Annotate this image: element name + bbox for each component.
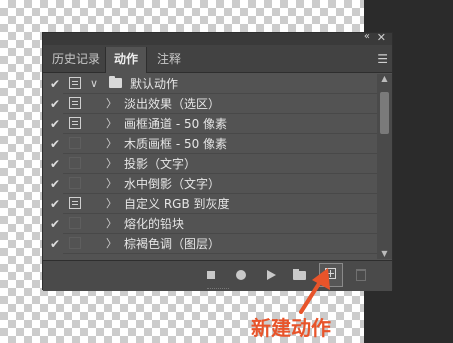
- chevron-right-icon[interactable]: 〉: [106, 135, 117, 153]
- collapse-icon[interactable]: «: [364, 31, 370, 42]
- chevron-right-icon[interactable]: 〉: [106, 155, 117, 173]
- toggle-dialog-icon[interactable]: [69, 117, 81, 129]
- action-row[interactable]: ✔ 〉棕褐色调（图层）: [43, 234, 377, 254]
- hamburger-menu-icon[interactable]: ☰: [377, 52, 388, 66]
- play-selection-button[interactable]: [259, 261, 283, 289]
- toggle-item-checkmark-icon[interactable]: ✔: [47, 155, 63, 173]
- toggle-dialog-icon[interactable]: [69, 237, 81, 249]
- action-row[interactable]: ✔ 〉淡出效果（选区）: [43, 94, 377, 114]
- chevron-right-icon[interactable]: 〉: [106, 175, 117, 193]
- toggle-item-checkmark-icon[interactable]: ✔: [47, 175, 63, 193]
- chevron-right-icon[interactable]: 〉: [106, 215, 117, 233]
- toggle-item-checkmark-icon[interactable]: ✔: [47, 235, 63, 253]
- callout-arrow: [299, 268, 330, 314]
- action-row[interactable]: ✔ 〉熔化的铅块: [43, 214, 377, 234]
- action-set-row[interactable]: ✔ ∨ 默认动作: [43, 74, 377, 94]
- toggle-item-checkmark-icon[interactable]: ✔: [47, 95, 63, 113]
- toggle-dialog-icon[interactable]: [69, 137, 81, 149]
- scroll-up-arrow-icon[interactable]: ▲: [377, 74, 392, 84]
- scrollbar[interactable]: ▲ ▼: [377, 74, 392, 259]
- toggle-dialog-icon[interactable]: [69, 77, 81, 89]
- action-label: 水中倒影（文字）: [124, 177, 221, 191]
- action-row[interactable]: ✔ 〉木质画框 - 50 像素: [43, 134, 377, 154]
- toggle-item-checkmark-icon[interactable]: ✔: [47, 115, 63, 133]
- panel-titlebar[interactable]: « ✕: [43, 31, 392, 45]
- tab-history[interactable]: 历史记录: [49, 47, 103, 72]
- panel-toolbar: [43, 260, 392, 291]
- action-label: 熔化的铅块: [124, 217, 185, 231]
- close-icon[interactable]: ✕: [377, 31, 386, 44]
- toggle-dialog-icon[interactable]: [69, 197, 81, 209]
- action-label: 自定义 RGB 到灰度: [124, 197, 230, 211]
- chevron-right-icon[interactable]: 〉: [106, 115, 117, 133]
- delete-button[interactable]: [349, 261, 373, 289]
- toggle-item-checkmark-icon[interactable]: ✔: [47, 75, 63, 93]
- toggle-dialog-icon[interactable]: [69, 177, 81, 189]
- action-label: 画框通道 - 50 像素: [124, 117, 228, 131]
- trash-icon: [356, 269, 366, 281]
- action-row[interactable]: ✔ 〉投影（文字）: [43, 154, 377, 174]
- scroll-down-arrow-icon[interactable]: ▼: [377, 249, 392, 259]
- folder-icon: [109, 76, 122, 88]
- chevron-right-icon[interactable]: 〉: [106, 195, 117, 213]
- action-label: 默认动作: [130, 77, 179, 91]
- record-icon: [236, 270, 246, 280]
- action-label: 投影（文字）: [124, 157, 197, 171]
- chevron-right-icon[interactable]: 〉: [106, 235, 117, 253]
- resize-grip[interactable]: [207, 288, 229, 291]
- action-label: 木质画框 - 50 像素: [124, 137, 228, 151]
- record-button[interactable]: [229, 261, 253, 289]
- actions-list: ✔ ∨ 默认动作 ✔ 〉淡出效果（选区） ✔ 〉画框通道 - 50 像素 ✔ 〉木质画框 - 5…: [43, 74, 377, 259]
- actions-panel: « ✕ 历史记录 动作 注释 ☰ ✔ ∨ 默认动作 ✔ 〉淡出效果（选区） ✔ 〉画框通道 …: [42, 31, 393, 291]
- callout-label: 新建动作: [251, 316, 331, 340]
- toggle-item-checkmark-icon[interactable]: ✔: [47, 215, 63, 233]
- toggle-item-checkmark-icon[interactable]: ✔: [47, 195, 63, 213]
- action-row[interactable]: ✔ 〉水中倒影（文字）: [43, 174, 377, 194]
- scroll-thumb[interactable]: [380, 92, 389, 134]
- action-row[interactable]: ✔ 〉画框通道 - 50 像素: [43, 114, 377, 134]
- play-icon: [267, 270, 276, 280]
- toggle-dialog-icon[interactable]: [69, 97, 81, 109]
- tab-actions[interactable]: 动作: [105, 47, 147, 73]
- chevron-right-icon[interactable]: 〉: [106, 95, 117, 113]
- tab-bar: 历史记录 动作 注释 ☰: [43, 45, 392, 73]
- tab-notes[interactable]: 注释: [149, 47, 189, 72]
- toggle-dialog-icon[interactable]: [69, 157, 81, 169]
- toggle-dialog-icon[interactable]: [69, 217, 81, 229]
- stop-icon: [207, 271, 215, 279]
- toggle-item-checkmark-icon[interactable]: ✔: [47, 135, 63, 153]
- stop-playing-button[interactable]: [199, 261, 223, 289]
- action-row[interactable]: ✔ 〉自定义 RGB 到灰度: [43, 194, 377, 214]
- action-label: 淡出效果（选区）: [124, 97, 221, 111]
- chevron-down-icon[interactable]: ∨: [90, 75, 98, 93]
- action-label: 棕褐色调（图层）: [124, 237, 221, 251]
